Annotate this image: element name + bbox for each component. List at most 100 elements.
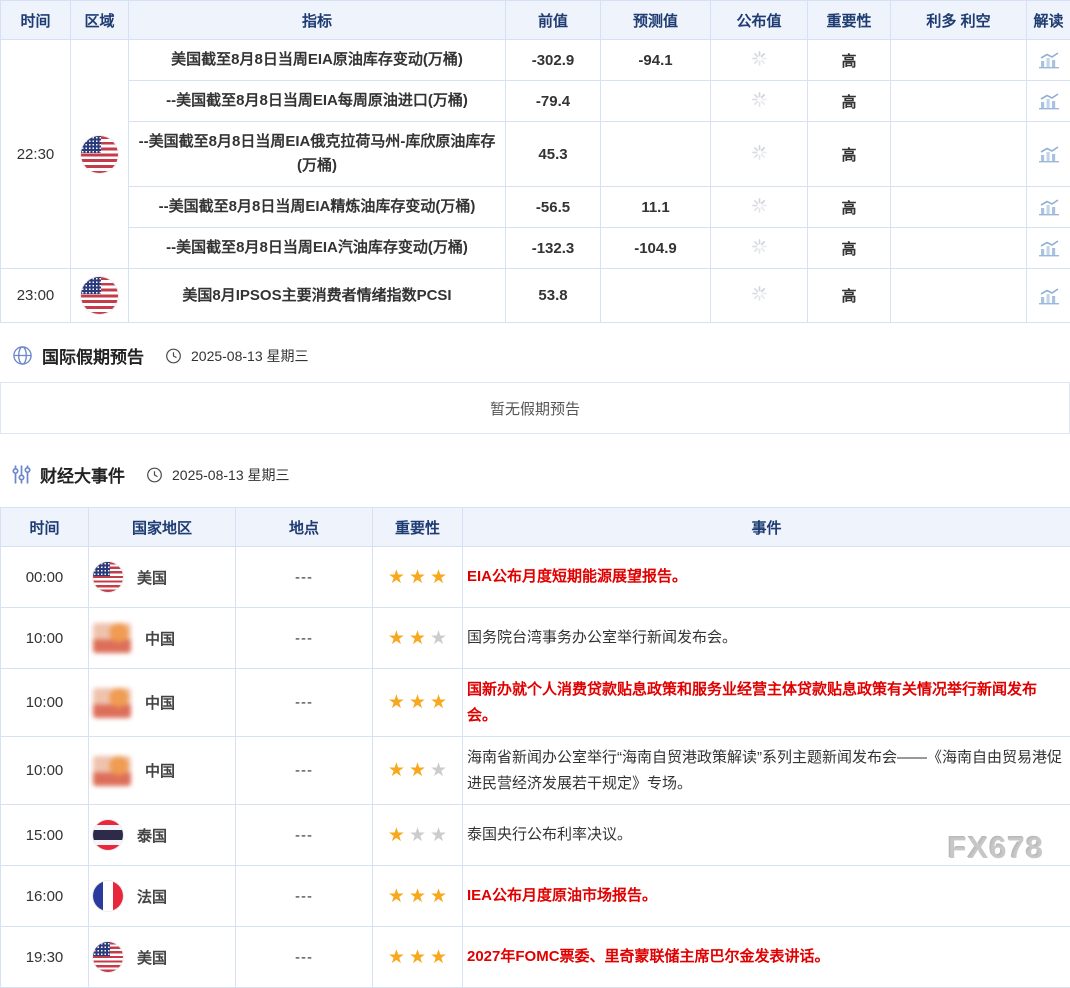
calendar-column-header: 区域 bbox=[71, 1, 129, 40]
event-text[interactable]: EIA公布月度短期能源展望报告。 bbox=[463, 547, 1070, 608]
event-text[interactable]: 国新办就个人消费贷款贴息政策和服务业经营主体贷款贴息政策有关情况举行新闻发布会。 bbox=[463, 669, 1070, 737]
star-icon: ★ bbox=[430, 947, 447, 968]
star-icon: ★ bbox=[388, 947, 405, 968]
star-icon: ★ bbox=[388, 760, 405, 781]
indicator-link[interactable]: 美国截至8月8日当周EIA原油库存变动(万桶) bbox=[129, 40, 506, 81]
events-body: 00:00美国---★★★EIA公布月度短期能源展望报告。10:00中国---★… bbox=[1, 547, 1070, 988]
country-inner: 美国 bbox=[93, 942, 231, 972]
economic-calendar-table: 时间区域指标前值预测值公布值重要性利多 利空解读 22:30美国截至8月8日当周… bbox=[0, 0, 1070, 323]
holiday-section-date: 2025-08-13 星期三 bbox=[191, 346, 309, 366]
event-row: 16:00法国---★★★IEA公布月度原油市场报告。 bbox=[1, 866, 1070, 927]
calendar-row: --美国截至8月8日当周EIA汽油库存变动(万桶)-132.3-104.9高 bbox=[1, 228, 1070, 269]
bar-chart-icon[interactable] bbox=[1037, 239, 1061, 257]
calendar-column-header: 解读 bbox=[1027, 1, 1070, 40]
region-cell bbox=[71, 269, 129, 323]
us-flag-icon bbox=[81, 277, 118, 314]
importance-label: 高 bbox=[808, 122, 891, 187]
country-cell: 美国 bbox=[89, 927, 236, 988]
star-icon: ★ bbox=[409, 692, 426, 713]
importance-stars: ★★★ bbox=[373, 608, 463, 669]
country-name: 法国 bbox=[137, 886, 167, 907]
interpretation-cell[interactable] bbox=[1027, 187, 1070, 228]
forecast-value: 11.1 bbox=[601, 187, 711, 228]
star-icon: ★ bbox=[388, 692, 405, 713]
location-cell: --- bbox=[236, 866, 373, 927]
star-icon: ★ bbox=[409, 760, 426, 781]
forecast-value bbox=[601, 81, 711, 122]
clock-icon bbox=[146, 466, 163, 483]
published-value-cell bbox=[711, 40, 808, 81]
country-cell: 中国 bbox=[89, 737, 236, 805]
china-flag-blurred-icon bbox=[93, 688, 131, 718]
calendar-row: 23:00美国8月IPSOS主要消费者情绪指数PCSI53.8高 bbox=[1, 269, 1070, 323]
star-icon: ★ bbox=[409, 947, 426, 968]
country-name: 中国 bbox=[145, 760, 175, 781]
previous-value: 45.3 bbox=[506, 122, 601, 187]
bullish-bearish-cell bbox=[891, 269, 1027, 323]
star-icon: ★ bbox=[409, 886, 426, 907]
events-column-header: 国家地区 bbox=[89, 508, 236, 547]
event-text[interactable]: 2027年FOMC票委、里奇蒙联储主席巴尔金发表讲话。 bbox=[463, 927, 1070, 988]
forecast-value: -104.9 bbox=[601, 228, 711, 269]
sliders-icon bbox=[12, 464, 31, 485]
interpretation-cell[interactable] bbox=[1027, 81, 1070, 122]
country-cell: 法国 bbox=[89, 866, 236, 927]
spinner-icon bbox=[752, 286, 767, 301]
economic-calendar-page: 时间区域指标前值预测值公布值重要性利多 利空解读 22:30美国截至8月8日当周… bbox=[0, 0, 1070, 988]
region-cell bbox=[71, 40, 129, 269]
indicator-link[interactable]: --美国截至8月8日当周EIA精炼油库存变动(万桶) bbox=[129, 187, 506, 228]
event-text: 国务院台湾事务办公室举行新闻发布会。 bbox=[463, 608, 1070, 669]
globe-icon bbox=[12, 345, 33, 366]
bullish-bearish-cell bbox=[891, 81, 1027, 122]
us-flag-icon bbox=[93, 562, 123, 592]
country-cell: 美国 bbox=[89, 547, 236, 608]
country-inner: 泰国 bbox=[93, 820, 231, 850]
calendar-body: 22:30美国截至8月8日当周EIA原油库存变动(万桶)-302.9-94.1高… bbox=[1, 40, 1070, 323]
event-text: 海南省新闻办公室举行“海南自贸港政策解读”系列主题新闻发布会——《海南自由贸易港… bbox=[463, 737, 1070, 805]
calendar-column-header: 预测值 bbox=[601, 1, 711, 40]
bullish-bearish-cell bbox=[891, 228, 1027, 269]
event-time-cell: 10:00 bbox=[1, 737, 89, 805]
bullish-bearish-cell bbox=[891, 122, 1027, 187]
bar-chart-icon[interactable] bbox=[1037, 198, 1061, 216]
event-time-cell: 00:00 bbox=[1, 547, 89, 608]
bullish-bearish-cell bbox=[891, 187, 1027, 228]
interpretation-cell[interactable] bbox=[1027, 228, 1070, 269]
star-icon: ★ bbox=[430, 692, 447, 713]
events-column-header: 地点 bbox=[236, 508, 373, 547]
calendar-column-header: 时间 bbox=[1, 1, 71, 40]
indicator-link[interactable]: --美国截至8月8日当周EIA俄克拉荷马州-库欣原油库存(万桶) bbox=[129, 122, 506, 187]
bar-chart-icon[interactable] bbox=[1037, 287, 1061, 305]
interpretation-cell[interactable] bbox=[1027, 122, 1070, 187]
event-text[interactable]: IEA公布月度原油市场报告。 bbox=[463, 866, 1070, 927]
published-value-cell bbox=[711, 269, 808, 323]
importance-stars: ★★★ bbox=[373, 866, 463, 927]
indicator-link[interactable]: --美国截至8月8日当周EIA每周原油进口(万桶) bbox=[129, 81, 506, 122]
interpretation-cell[interactable] bbox=[1027, 269, 1070, 323]
indicator-link[interactable]: 美国8月IPSOS主要消费者情绪指数PCSI bbox=[129, 269, 506, 323]
event-time-cell: 10:00 bbox=[1, 669, 89, 737]
previous-value: -56.5 bbox=[506, 187, 601, 228]
calendar-row: --美国截至8月8日当周EIA俄克拉荷马州-库欣原油库存(万桶)45.3 高 bbox=[1, 122, 1070, 187]
indicator-link[interactable]: --美国截至8月8日当周EIA汽油库存变动(万桶) bbox=[129, 228, 506, 269]
us-flag-icon bbox=[93, 942, 123, 972]
location-cell: --- bbox=[236, 737, 373, 805]
time-cell: 23:00 bbox=[1, 269, 71, 323]
country-name: 美国 bbox=[137, 947, 167, 968]
forecast-value bbox=[601, 269, 711, 323]
events-column-header: 时间 bbox=[1, 508, 89, 547]
location-cell: --- bbox=[236, 608, 373, 669]
bar-chart-icon[interactable] bbox=[1037, 92, 1061, 110]
importance-label: 高 bbox=[808, 187, 891, 228]
location-cell: --- bbox=[236, 547, 373, 608]
country-inner: 中国 bbox=[93, 688, 231, 718]
holiday-empty-box: 暂无假期预告 bbox=[0, 382, 1070, 434]
location-cell: --- bbox=[236, 927, 373, 988]
interpretation-cell[interactable] bbox=[1027, 40, 1070, 81]
bar-chart-icon[interactable] bbox=[1037, 51, 1061, 69]
star-icon: ★ bbox=[430, 567, 447, 588]
country-cell: 中国 bbox=[89, 669, 236, 737]
event-row: 10:00中国---★★★国务院台湾事务办公室举行新闻发布会。 bbox=[1, 608, 1070, 669]
star-icon: ★ bbox=[409, 628, 426, 649]
bar-chart-icon[interactable] bbox=[1037, 145, 1061, 163]
